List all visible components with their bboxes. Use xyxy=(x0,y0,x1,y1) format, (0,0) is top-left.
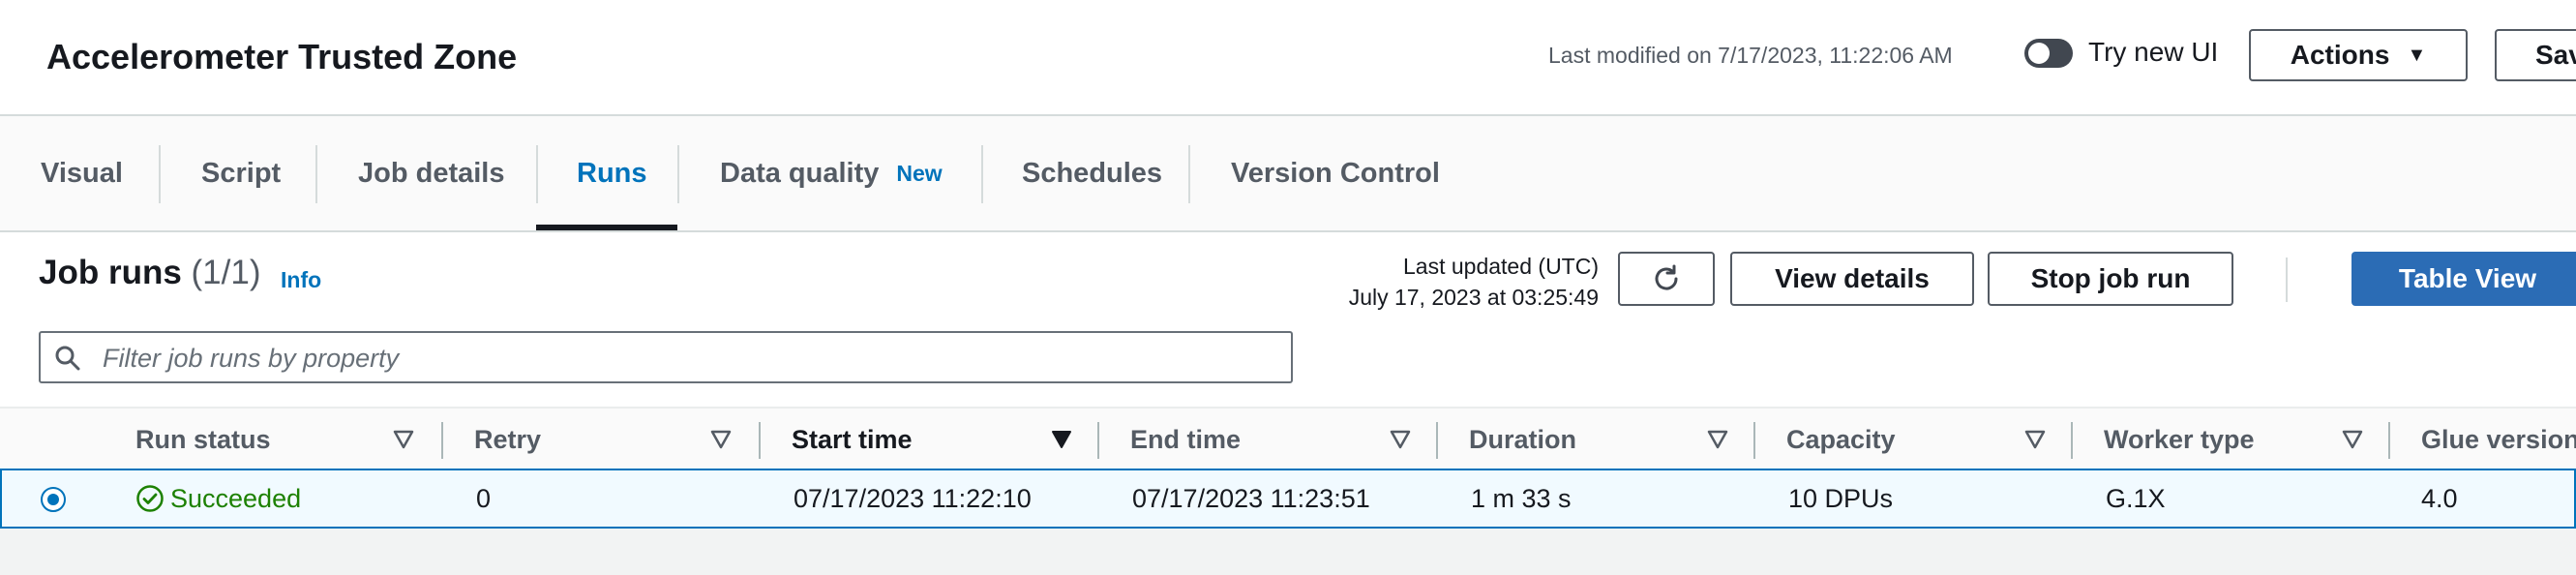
last-updated-label: Last updated (UTC) xyxy=(1403,254,1599,279)
last-modified-text: Last modified on 7/17/2023, 11:22:06 AM xyxy=(1548,43,1953,68)
filter-box xyxy=(39,331,1293,383)
table-view-button[interactable]: Table View xyxy=(2351,252,2576,306)
tab-version-control[interactable]: Version Control xyxy=(1231,116,1440,230)
job-runs-title-text: Job runs xyxy=(39,254,182,291)
retry-cell: 0 xyxy=(476,483,492,513)
column-divider[interactable] xyxy=(2071,422,2073,459)
refresh-button[interactable] xyxy=(1618,252,1715,306)
column-divider[interactable] xyxy=(1436,422,1438,459)
tab-divider xyxy=(1188,145,1190,203)
refresh-icon xyxy=(1655,264,1678,290)
toggle-knob xyxy=(2028,43,2050,64)
actions-button[interactable]: Actions ▼ xyxy=(2249,29,2468,81)
sort-icon[interactable] xyxy=(710,430,732,449)
new-badge: New xyxy=(896,160,943,186)
tab-divider xyxy=(536,145,538,203)
table-footer-band xyxy=(0,529,2576,575)
caret-down-icon: ▼ xyxy=(2407,44,2427,66)
column-divider[interactable] xyxy=(1753,422,1755,459)
job-runs-title: Job runs (1/1) xyxy=(39,254,261,292)
job-runs-panel: Job runs (1/1) Info Last updated (UTC) J… xyxy=(0,232,2576,575)
toolbar-separator xyxy=(2286,257,2288,302)
sort-icon[interactable] xyxy=(393,430,414,449)
try-new-ui-toggle[interactable] xyxy=(2024,39,2073,68)
job-runs-section: Job runs (1/1) Info Last updated (UTC) J… xyxy=(0,232,2576,575)
duration-cell: 1 m 33 s xyxy=(1471,483,1572,513)
sort-icon[interactable] xyxy=(2342,430,2363,449)
column-start-time[interactable]: Start time xyxy=(792,409,913,470)
capacity-cell: 10 DPUs xyxy=(1788,483,1894,513)
column-glue-version[interactable]: Glue version xyxy=(2421,409,2576,470)
row-select-radio[interactable] xyxy=(41,487,66,512)
column-divider[interactable] xyxy=(1097,422,1099,459)
save-button[interactable]: Sav xyxy=(2495,29,2576,81)
tab-data-quality-label: Data quality xyxy=(720,157,880,189)
column-divider[interactable] xyxy=(441,422,443,459)
search-icon xyxy=(55,346,80,371)
sort-icon[interactable] xyxy=(1390,430,1411,449)
job-header: Accelerometer Trusted Zone Last modified… xyxy=(0,0,2576,116)
column-divider[interactable] xyxy=(759,422,761,459)
sort-icon[interactable] xyxy=(1707,430,1728,449)
sort-icon[interactable] xyxy=(2024,430,2046,449)
active-tab-indicator xyxy=(536,225,677,230)
view-details-button[interactable]: View details xyxy=(1730,252,1974,306)
save-label: Sav xyxy=(2535,40,2576,70)
end-time-cell: 07/17/2023 11:23:51 xyxy=(1132,483,1370,513)
column-capacity[interactable]: Capacity xyxy=(1786,409,1896,470)
radio-dot xyxy=(47,494,59,505)
actions-label: Actions xyxy=(2290,40,2390,70)
table-header: Run status Retry Start time End time Dur… xyxy=(0,407,2576,472)
tab-schedules[interactable]: Schedules xyxy=(1022,116,1162,230)
worker-type-cell: G.1X xyxy=(2106,483,2166,513)
column-divider[interactable] xyxy=(2388,422,2390,459)
column-retry[interactable]: Retry xyxy=(474,409,541,470)
column-run-status[interactable]: Run status xyxy=(135,409,271,470)
run-status-cell: Succeeded xyxy=(135,470,301,527)
job-tabs: Visual Script Job details Runs Data qual… xyxy=(0,116,2576,232)
column-worker-type[interactable]: Worker type xyxy=(2104,409,2255,470)
table-row[interactable]: Succeeded 0 07/17/2023 11:22:10 07/17/20… xyxy=(0,469,2576,529)
stop-job-run-button[interactable]: Stop job run xyxy=(1988,252,2233,306)
tab-visual[interactable]: Visual xyxy=(41,116,123,230)
sort-descending-icon[interactable] xyxy=(1051,430,1072,449)
column-duration[interactable]: Duration xyxy=(1469,409,1576,470)
tab-divider xyxy=(981,145,983,203)
tab-data-quality[interactable]: Data quality New xyxy=(720,116,943,230)
tab-runs[interactable]: Runs xyxy=(577,116,647,230)
glue-version-cell: 4.0 xyxy=(2421,483,2458,513)
success-check-icon xyxy=(136,485,164,512)
last-updated-value: July 17, 2023 at 03:25:49 xyxy=(1348,285,1599,310)
tab-job-details[interactable]: Job details xyxy=(358,116,505,230)
job-title: Accelerometer Trusted Zone xyxy=(46,37,518,76)
filter-input[interactable] xyxy=(101,333,1285,383)
tab-script[interactable]: Script xyxy=(201,116,281,230)
column-end-time[interactable]: End time xyxy=(1130,409,1241,470)
try-new-ui-label: Try new UI xyxy=(2088,37,2219,67)
job-runs-count: (1/1) xyxy=(191,254,261,291)
run-status-text: Succeeded xyxy=(170,483,302,513)
info-link[interactable]: Info xyxy=(281,267,321,293)
tab-divider xyxy=(159,145,161,203)
tab-divider xyxy=(315,145,317,203)
start-time-cell: 07/17/2023 11:22:10 xyxy=(794,483,1032,513)
tab-divider xyxy=(677,145,679,203)
